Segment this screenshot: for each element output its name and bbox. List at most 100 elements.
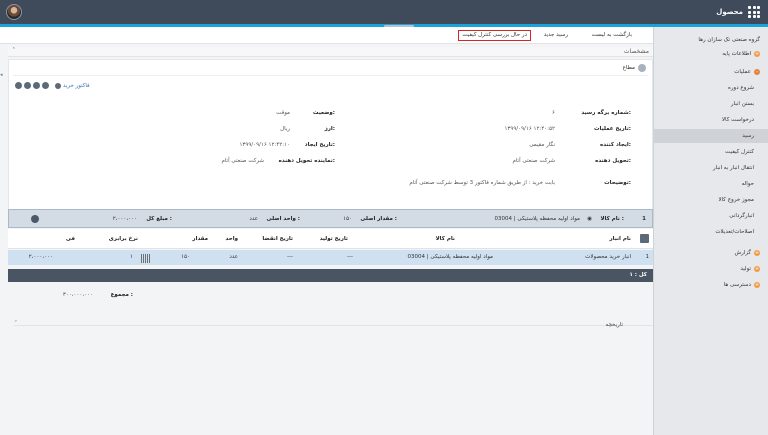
item-qty-value: ۱۵۰ (343, 216, 352, 222)
item-print-icon[interactable] (31, 215, 39, 223)
dropdown-icon[interactable] (24, 82, 31, 89)
sidebar-item-production[interactable]: تولید + (653, 262, 768, 276)
sidebar-item-label: رسید (742, 133, 754, 139)
sidebar-item-inventory[interactable]: انبارگردانی (653, 209, 768, 223)
app-title: محصول (716, 8, 743, 16)
receipt-no-label: شماره برگه رسید: (581, 110, 631, 116)
row-goods: 03004 | مواد اولیه محفظه پلاستیکی (407, 254, 493, 260)
create-date-label: تاریخ ایجاد: (304, 142, 335, 148)
col-price[interactable]: فی (66, 236, 75, 242)
sidebar-item-receipt[interactable]: رسید (653, 129, 768, 143)
row-index: 1 (645, 254, 650, 260)
row-rate: ۱ (130, 254, 133, 260)
table-total-label: کل : ۱ (629, 272, 648, 278)
sidebar-item-label: درخواست کالا (721, 117, 754, 123)
sidebar-item-quality-control[interactable]: کنترل کیفیت (653, 145, 768, 159)
sidebar-nav: گروه صنعتی تک سازان رها اطلاعات پایه + عم… (653, 27, 768, 435)
new-receipt-button[interactable]: رسید جدید (541, 30, 571, 41)
deliverer-label: تحویل دهنده: (595, 158, 631, 164)
row-price: ۲،۰۰۰،۰۰۰ (28, 254, 53, 260)
col-goods[interactable]: نام کالا (436, 236, 455, 242)
table-header: نام انبار نام کالا تاریخ تولید تاریخ انق… (8, 229, 653, 249)
sidebar-item-goods-request[interactable]: درخواست کالا (653, 113, 768, 127)
user-chip: مطاع (623, 64, 646, 72)
print-icon[interactable] (15, 82, 22, 89)
col-warehouse[interactable]: نام انبار (609, 236, 631, 242)
purchase-invoice-link[interactable]: فاکتور خرید (55, 82, 90, 89)
sidebar-item-operations[interactable]: عملیات - (653, 65, 768, 79)
create-date-value: ۱۳۹۹/۰۹/۱۶ ۱۲:۴۲:۱۰ (239, 142, 290, 148)
sidebar-item-label: انتقال انبار به انبار (713, 165, 754, 171)
col-exp-date[interactable]: تاریخ انقضا (262, 236, 293, 242)
user-name: مطاع (622, 65, 635, 71)
item-summary-strip[interactable]: 1 نام کالا : ◉ 03004 | مواد اولیه محفظه … (8, 209, 653, 228)
deliverer-rep-label: نماینده تحویل دهنده: (278, 158, 335, 164)
sidebar-item-exit-permit[interactable]: مجوز خروج کالا (653, 193, 768, 207)
collapse-chevron-icon[interactable]: ˆ (12, 47, 16, 55)
item-index: 1 (642, 216, 646, 222)
history-divider (14, 325, 653, 326)
sidebar-item-label: عملیات (734, 69, 751, 75)
item-goods-value: 03004 | مواد اولیه محفظه پلاستیکی (494, 216, 580, 222)
item-goods-label: نام کالا : (600, 216, 624, 222)
user-avatar[interactable] (6, 4, 22, 20)
table-row[interactable]: 1 انبار خرید محصولات 03004 | مواد اولیه … (8, 250, 653, 265)
history-title[interactable]: تاریخچه (606, 322, 623, 328)
quality-control-status-button[interactable]: در حال بررسی کنترل کیفیت (458, 30, 531, 41)
expand-plus-icon[interactable]: + (754, 282, 760, 288)
expand-plus-icon[interactable]: + (754, 266, 760, 272)
table-total-bar: کل : ۱ (8, 269, 653, 282)
currency-value: ریال (280, 126, 290, 132)
row-unit: عدد (229, 254, 238, 260)
item-goods-icon: ◉ (587, 216, 592, 222)
apps-grid-icon[interactable] (748, 6, 760, 18)
sidebar-item-label: تولید (740, 266, 751, 272)
sidebar-item-company[interactable]: گروه صنعتی تک سازان رها (653, 33, 768, 47)
op-date-value: ۱۳۹۹/۰۹/۱۶ ۱۲:۴۰:۵۲ (504, 126, 555, 132)
status-value: موقت (276, 110, 290, 116)
action-icons: فاکتور خرید (15, 82, 90, 89)
sidebar-item-adjustments[interactable]: اصلاحات/تعدیلات (653, 225, 768, 239)
description-label: توضیحات: (604, 180, 631, 186)
currency-label: ارز: (324, 126, 335, 132)
save-icon[interactable] (33, 82, 40, 89)
row-prod-date: --- (347, 254, 353, 260)
sidebar-item-access[interactable]: دسترسی ها + (653, 278, 768, 292)
refresh-icon[interactable] (42, 82, 49, 89)
sidebar-item-base-info[interactable]: اطلاعات پایه + (653, 47, 768, 61)
item-total-value: ۲،۰۰۰،۰۰۰ (112, 216, 137, 222)
item-unit-value: عدد (249, 216, 258, 222)
toolbar: بازگشت به لیست رسید جدید در حال بررسی کن… (0, 27, 653, 44)
sidebar-item-label: کنترل کیفیت (725, 149, 754, 155)
col-qty[interactable]: مقدار (192, 236, 208, 242)
history-expand-chevron-icon[interactable]: ˇ (14, 320, 18, 328)
back-to-list-button[interactable]: بازگشت به لیست (589, 30, 635, 41)
item-qty-label: مقدار اصلی : (360, 216, 397, 222)
expand-plus-icon[interactable]: + (754, 250, 760, 256)
table-menu-icon[interactable] (640, 234, 649, 243)
col-prod-date[interactable]: تاریخ تولید (320, 236, 348, 242)
col-unit[interactable]: واحد (226, 236, 238, 242)
expand-plus-icon[interactable]: + (754, 51, 760, 57)
section-header[interactable]: مشخصات ˆ (8, 47, 653, 57)
sidebar-item-transfer[interactable]: انتقال انبار به انبار (653, 161, 768, 175)
qr-code-icon[interactable] (141, 254, 150, 263)
scroll-up-icon[interactable]: ◂ (0, 72, 5, 84)
op-date-label: تاریخ عملیات: (594, 126, 631, 132)
sidebar-item-label: گزارش (734, 250, 751, 256)
app-brand[interactable]: محصول (716, 6, 760, 18)
row-exp-date: --- (287, 254, 293, 260)
sidebar-item-close-warehouse[interactable]: بستن انبار (653, 97, 768, 111)
invoice-link-label: فاکتور خرید (63, 82, 90, 89)
sidebar-item-period-start[interactable]: شروع دوره (653, 81, 768, 95)
creator-label: ایجاد کننده: (599, 142, 631, 148)
sidebar-item-label: شروع دوره (728, 85, 754, 91)
col-rate[interactable]: نرخ برابری (109, 236, 138, 242)
main-content: بازگشت به لیست رسید جدید در حال بررسی کن… (0, 27, 653, 435)
collapse-minus-icon[interactable]: - (754, 69, 760, 75)
invoice-icon (55, 82, 61, 89)
sidebar-item-remittance[interactable]: حواله (653, 177, 768, 191)
sidebar-item-label: حواله (741, 181, 754, 187)
sidebar-item-report[interactable]: گزارش + (653, 246, 768, 260)
row-warehouse: انبار خرید محصولات (585, 254, 631, 260)
